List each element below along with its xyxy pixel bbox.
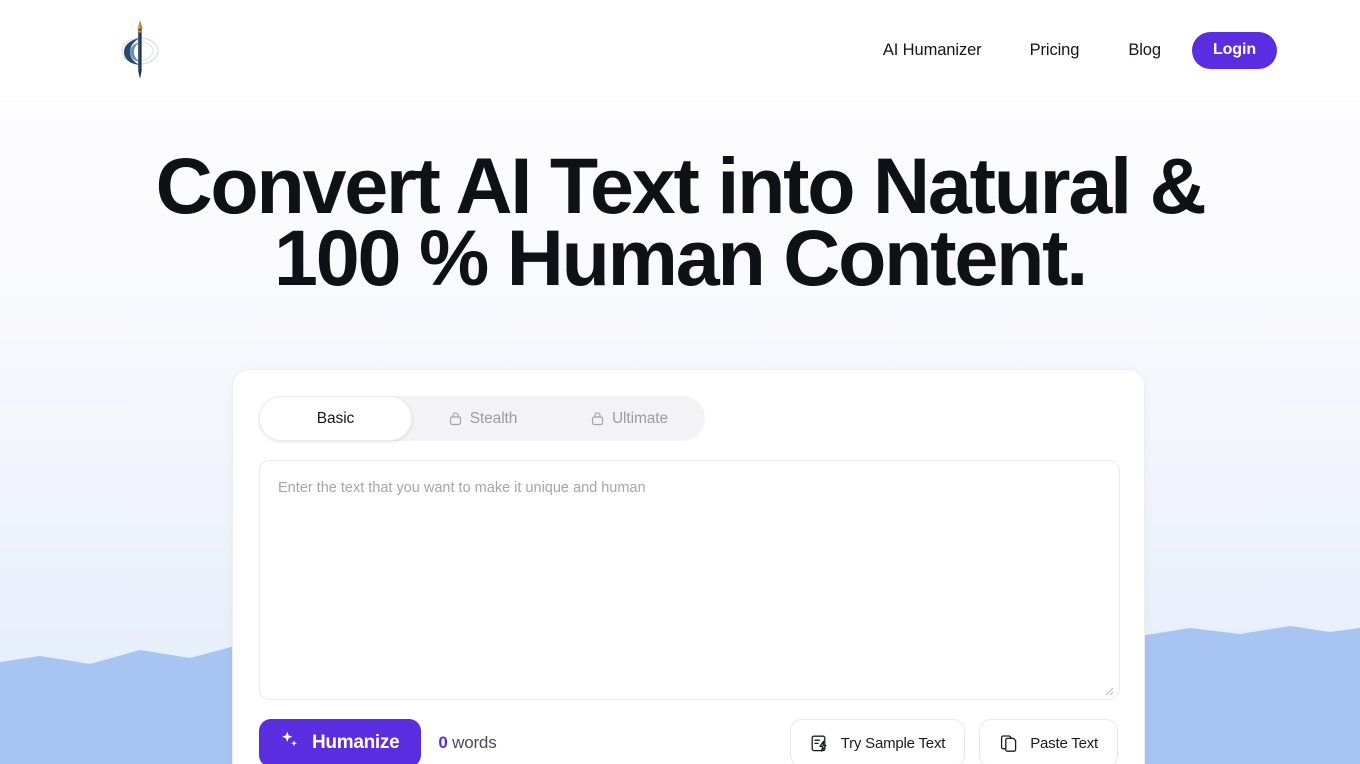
page-title-line-2: Human Content. <box>506 213 1088 302</box>
quill-pen-logo[interactable] <box>117 17 162 83</box>
humanize-button-label: Humanize <box>312 732 400 753</box>
action-bar: Humanize 0 words Try Sample Text Paste T… <box>259 719 1118 764</box>
humanizer-tool-card: Basic Stealth Ultimate Enter the text th… <box>232 369 1145 764</box>
word-count-number: 0 <box>438 733 448 752</box>
main-navigation: AI Humanizer Pricing Blog Login <box>883 0 1277 100</box>
page-title: Convert AI Text into Natural & 100 % Hum… <box>0 146 1360 297</box>
text-input[interactable] <box>259 460 1120 700</box>
tab-stealth-label: Stealth <box>469 409 518 427</box>
nav-ai-humanizer[interactable]: AI Humanizer <box>883 41 982 60</box>
sparkles-icon <box>279 729 301 757</box>
tab-basic[interactable]: Basic <box>259 396 412 441</box>
mode-tabs: Basic Stealth Ultimate <box>259 396 705 441</box>
word-count: 0 words <box>438 733 496 753</box>
humanize-button[interactable]: Humanize <box>259 719 422 764</box>
hero-section: Convert AI Text into Natural & 100 % Hum… <box>0 100 1360 297</box>
tab-basic-label: Basic <box>316 409 355 427</box>
site-header: AI Humanizer Pricing Blog Login <box>0 0 1360 100</box>
tab-stealth[interactable]: Stealth <box>412 396 554 441</box>
nav-blog[interactable]: Blog <box>1128 41 1161 60</box>
try-sample-text-button[interactable]: Try Sample Text <box>789 719 966 764</box>
tab-ultimate[interactable]: Ultimate <box>554 396 705 441</box>
word-count-label: words <box>452 733 497 752</box>
copy-paste-icon <box>999 733 1020 754</box>
document-lightning-icon <box>810 733 831 754</box>
login-button[interactable]: Login <box>1191 31 1277 69</box>
editor-wrapper <box>259 460 1120 700</box>
page-root: AI Humanizer Pricing Blog Login Convert … <box>0 0 1360 764</box>
paste-text-button[interactable]: Paste Text <box>979 719 1118 764</box>
try-sample-text-label: Try Sample Text <box>840 734 946 752</box>
lock-icon <box>449 411 462 426</box>
lock-icon <box>591 411 604 426</box>
tab-ultimate-label: Ultimate <box>611 409 669 427</box>
paste-text-label: Paste Text <box>1030 734 1098 752</box>
nav-pricing[interactable]: Pricing <box>1030 41 1080 60</box>
